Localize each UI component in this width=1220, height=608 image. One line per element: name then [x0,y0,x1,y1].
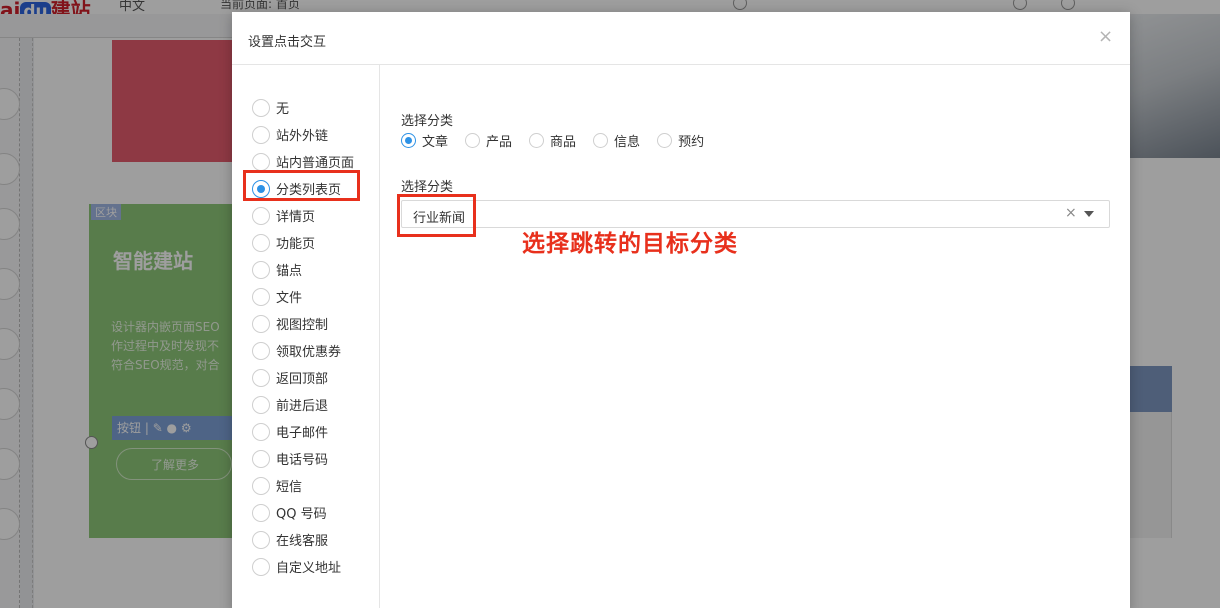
category-type-label: 信息 [614,135,641,150]
radio-unchecked-icon[interactable] [252,341,270,360]
radio-unchecked-icon[interactable] [252,449,270,468]
radio-unchecked-icon[interactable] [252,287,270,306]
radio-unchecked-icon[interactable] [252,368,270,387]
category-select[interactable]: 行业新闻 × [401,200,1110,228]
radio-checked-icon[interactable] [401,133,416,148]
radio-unchecked-icon[interactable] [252,422,270,441]
close-icon[interactable]: × [1098,27,1113,47]
interaction-type-label: 电话号码 [276,453,329,468]
interaction-type-option[interactable]: 领取优惠券 [252,337,354,364]
interaction-type-label: 电子邮件 [276,426,329,441]
interaction-type-option[interactable]: 站外外链 [252,121,354,148]
radio-unchecked-icon[interactable] [252,125,270,144]
highlight-box-category-list [243,170,360,201]
interaction-type-option[interactable]: QQ 号码 [252,499,354,526]
interaction-type-option[interactable]: 短信 [252,472,354,499]
dialog-title: 设置点击交互 [248,35,327,50]
radio-unchecked-icon[interactable] [657,133,673,148]
interaction-type-label: 详情页 [276,210,316,225]
radio-unchecked-icon[interactable] [593,133,609,148]
interaction-type-panel: 无站外外链 站内普通页面 分类列表页 详情页 功能页 锚点 文件 视图控制 领取优惠券 返回顶部前… [232,65,380,608]
interaction-type-option[interactable]: 文件 [252,283,354,310]
interaction-type-label: QQ 号码 [276,507,327,522]
annotation-callout: 选择跳转的目标分类 [522,231,738,257]
interaction-type-option[interactable]: 在线客服 [252,526,354,553]
radio-unchecked-icon[interactable] [252,395,270,414]
highlight-box-category-select [397,194,476,237]
radio-unchecked-icon[interactable] [252,260,270,279]
category-type-option[interactable]: 信息 [593,131,640,150]
interaction-type-label: 前进后退 [276,399,329,414]
interaction-type-label: 领取优惠券 [276,345,342,360]
category-type-label: 文章 [422,135,449,150]
interaction-type-option[interactable]: 功能页 [252,229,354,256]
radio-unchecked-icon[interactable] [529,133,545,148]
interaction-type-label: 站内普通页面 [276,156,355,171]
category-select-label: 选择分类 [401,180,454,195]
radio-unchecked-icon[interactable] [252,530,270,549]
radio-unchecked-icon[interactable] [252,503,270,522]
interaction-type-label: 在线客服 [276,534,329,549]
radio-unchecked-icon[interactable] [252,476,270,495]
interaction-type-list: 无站外外链 站内普通页面 分类列表页 详情页 功能页 锚点 文件 视图控制 领取优惠券 返回顶部前… [252,94,354,580]
interaction-type-option[interactable]: 电话号码 [252,445,354,472]
interaction-type-option[interactable]: 详情页 [252,202,354,229]
click-interaction-dialog: 设置点击交互 × 无站外外链 站内普通页面 分类列表页 详情页 功能页 锚点 文件 视图控制领… [232,12,1130,608]
interaction-type-label: 视图控制 [276,318,329,333]
dialog-header: 设置点击交互 × [232,12,1130,65]
interaction-type-label: 文件 [276,291,303,306]
category-type-option[interactable]: 文章 [401,131,448,150]
interaction-type-option[interactable]: 锚点 [252,256,354,283]
interaction-type-option[interactable]: 电子邮件 [252,418,354,445]
category-type-label: 商品 [550,135,577,150]
interaction-type-label: 功能页 [276,237,316,252]
radio-unchecked-icon[interactable] [252,152,270,171]
interaction-type-label: 短信 [276,480,303,495]
category-type-option[interactable]: 预约 [657,131,704,150]
radio-unchecked-icon[interactable] [252,233,270,252]
category-type-option[interactable]: 产品 [465,131,512,150]
interaction-settings-panel: 选择分类 文章 产品 商品 信息 预约 选择分类 行业新闻 × [381,65,1130,608]
interaction-type-label: 无 [276,102,290,117]
interaction-type-label: 锚点 [276,264,303,279]
radio-unchecked-icon[interactable] [465,133,481,148]
category-type-label: 产品 [486,135,513,150]
interaction-type-label: 站外外链 [276,129,329,144]
interaction-type-label: 自定义地址 [276,561,342,576]
chevron-down-icon[interactable] [1084,211,1094,217]
radio-unchecked-icon[interactable] [252,314,270,333]
interaction-type-label: 返回顶部 [276,372,329,387]
category-type-label: 选择分类 [401,114,454,129]
category-type-option[interactable]: 商品 [529,131,576,150]
radio-unchecked-icon[interactable] [252,98,270,117]
interaction-type-option[interactable]: 自定义地址 [252,553,354,580]
category-type-label: 预约 [678,135,705,150]
interaction-type-option[interactable]: 前进后退 [252,391,354,418]
interaction-type-option[interactable]: 无 [252,94,354,121]
category-type-radios: 文章 产品 商品 信息 预约 [401,131,721,150]
clear-icon[interactable]: × [1065,205,1077,221]
radio-unchecked-icon[interactable] [252,557,270,576]
radio-unchecked-icon[interactable] [252,206,270,225]
interaction-type-option[interactable]: 返回顶部 [252,364,354,391]
interaction-type-option[interactable]: 视图控制 [252,310,354,337]
